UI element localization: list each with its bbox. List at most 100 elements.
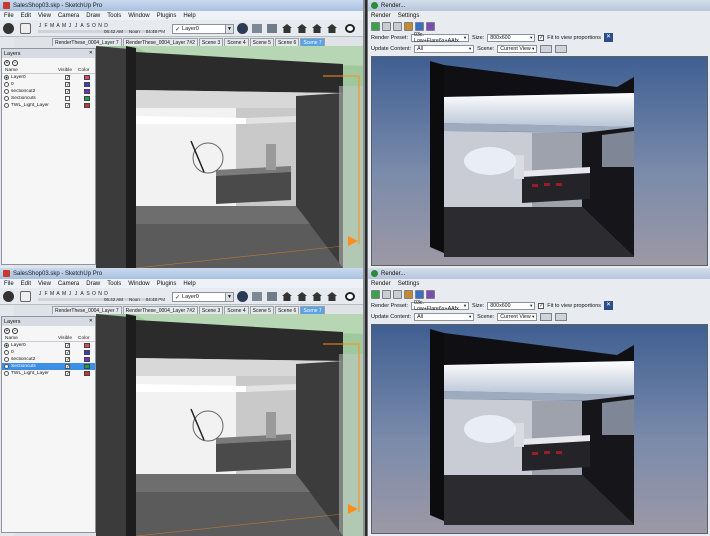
fit-proportions-checkbox[interactable]: ✓ (538, 302, 545, 309)
eraser-icon[interactable] (20, 291, 31, 302)
active-layer-radio[interactable] (4, 371, 9, 376)
layer-row[interactable]: Sectioncuts ✓ (2, 363, 95, 370)
layer-row[interactable]: Sectioncuts (2, 95, 95, 102)
layer-color-swatch[interactable] (84, 364, 90, 369)
camera-options-icon[interactable] (540, 44, 553, 53)
month-4[interactable]: A (56, 23, 60, 29)
size-select[interactable]: 800x600 ▼ (487, 33, 536, 42)
month-5[interactable]: M (62, 23, 66, 29)
month-2[interactable]: F (44, 291, 48, 297)
close-icon[interactable]: ✕ (89, 50, 93, 56)
start-render-icon[interactable] (371, 289, 380, 299)
layer-visible-checkbox[interactable]: ✓ (65, 357, 70, 363)
month-4[interactable]: A (56, 291, 60, 297)
sketchup-viewport[interactable] (96, 314, 363, 536)
layer-row[interactable]: TWL_Light_Layer ✓ (2, 370, 95, 377)
layer-visible-checkbox[interactable]: ✓ (65, 82, 70, 88)
scene-tab[interactable]: Scene 5 (249, 38, 274, 46)
menu-file[interactable]: File (4, 281, 14, 287)
scene-tab[interactable]: RenderThese_0004_Layer 7#2 (122, 306, 198, 314)
scene-tab[interactable]: Scene 7 (300, 306, 325, 314)
section-plane-icon[interactable] (345, 24, 355, 33)
month-7[interactable]: J (74, 23, 78, 29)
chevron-down-icon[interactable]: ▼ (225, 25, 233, 33)
menu-camera[interactable]: Camera (58, 281, 79, 287)
start-render-icon[interactable] (371, 21, 380, 31)
scene-select[interactable]: Current View ▼ (497, 44, 538, 53)
left-view-icon[interactable] (327, 292, 337, 301)
layer-selector[interactable]: ✓ Layer0 ▼ (172, 24, 234, 34)
layer-row[interactable]: Layer0 ✓ (2, 74, 95, 81)
menu-render[interactable]: Render (371, 13, 391, 19)
month-3[interactable]: M (50, 291, 54, 297)
settings-icon[interactable] (426, 21, 435, 31)
layer-color-swatch[interactable] (84, 343, 90, 348)
month-9[interactable]: S (86, 23, 90, 29)
active-layer-radio[interactable] (4, 343, 9, 348)
save-image-icon[interactable] (404, 21, 413, 31)
menu-settings[interactable]: Settings (398, 281, 420, 287)
column-name[interactable]: Name (2, 68, 58, 73)
menu-view[interactable]: View (38, 281, 51, 287)
shadow-month-selector[interactable]: JFMAMJJASOND (38, 291, 108, 297)
menu-draw[interactable]: Draw (86, 13, 100, 19)
scene-tab[interactable]: Scene 5 (249, 306, 274, 314)
eraser-icon[interactable] (20, 23, 31, 34)
active-layer-radio[interactable] (4, 103, 9, 108)
menu-window[interactable]: Window (128, 13, 149, 19)
scene-tab[interactable]: RenderThese_0004_Layer 7 (52, 306, 122, 314)
active-layer-radio[interactable] (4, 350, 9, 355)
active-layer-radio[interactable] (4, 357, 9, 362)
month-11[interactable]: N (98, 291, 102, 297)
layers-manager-icon[interactable] (237, 291, 248, 302)
scene-tab[interactable]: Scene 7 (300, 38, 325, 46)
layer-color-swatch[interactable] (84, 75, 90, 80)
layer-visible-checkbox[interactable]: ✓ (65, 350, 70, 356)
menu-settings[interactable]: Settings (398, 13, 420, 19)
update-content-select[interactable]: All ▼ (414, 44, 475, 53)
layer-visible-checkbox[interactable]: ✓ (65, 343, 70, 349)
menu-plugins[interactable]: Plugins (157, 281, 177, 287)
scene-tab[interactable]: RenderThese_0004_Layer 7#2 (122, 38, 198, 46)
left-view-icon[interactable] (327, 24, 337, 33)
right-view-icon[interactable] (297, 24, 307, 33)
iso-view-icon[interactable] (252, 292, 262, 301)
settings-icon[interactable] (426, 289, 435, 299)
stop-render-icon[interactable] (393, 21, 402, 31)
copy-image-icon[interactable] (415, 21, 424, 31)
sketchup-viewport[interactable] (96, 46, 363, 268)
layer-visible-checkbox[interactable]: ✓ (65, 371, 70, 377)
month-5[interactable]: M (62, 291, 66, 297)
column-visible[interactable]: Visible (58, 68, 78, 73)
layer-row[interactable]: 0 ✓ (2, 349, 95, 356)
menu-render[interactable]: Render (371, 281, 391, 287)
month-7[interactable]: J (74, 291, 78, 297)
chevron-down-icon[interactable]: ▼ (225, 293, 233, 301)
iso-view-icon[interactable] (252, 24, 262, 33)
shadow-month-selector[interactable]: JFMAMJJASOND (38, 23, 108, 29)
scene-tab[interactable]: Scene 4 (224, 306, 249, 314)
layer-color-swatch[interactable] (84, 82, 90, 87)
menu-tools[interactable]: Tools (107, 281, 121, 287)
column-color[interactable]: Color (78, 68, 89, 73)
layer-visible-checkbox[interactable]: ✓ (65, 364, 70, 370)
menu-plugins[interactable]: Plugins (157, 13, 177, 19)
remove-layer-icon[interactable]: − (12, 327, 18, 334)
active-layer-radio[interactable] (4, 82, 9, 87)
month-8[interactable]: A (80, 291, 84, 297)
scene-select[interactable]: Current View ▼ (497, 312, 538, 321)
month-11[interactable]: N (98, 23, 102, 29)
close-render-icon[interactable]: ✕ (604, 301, 614, 310)
scene-tab[interactable]: RenderThese_0004_Layer 7 (52, 38, 122, 46)
fit-proportions-checkbox[interactable]: ✓ (538, 34, 545, 41)
menu-tools[interactable]: Tools (107, 13, 121, 19)
view-options-icon[interactable] (555, 44, 568, 53)
back-view-icon[interactable] (312, 292, 322, 301)
menu-help[interactable]: Help (183, 13, 195, 19)
view-options-icon[interactable] (555, 312, 568, 321)
month-6[interactable]: J (68, 291, 72, 297)
save-image-icon[interactable] (404, 289, 413, 299)
layer-visible-checkbox[interactable]: ✓ (65, 89, 70, 95)
active-layer-radio[interactable] (4, 96, 9, 101)
stop-render-icon[interactable] (393, 289, 402, 299)
